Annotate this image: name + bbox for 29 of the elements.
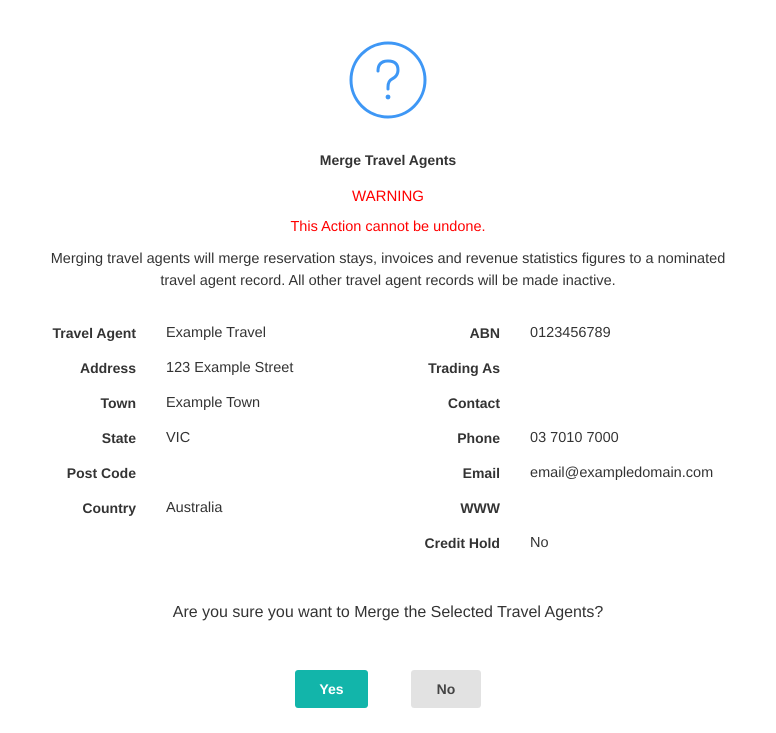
field-value: email@exampledomain.com: [530, 465, 714, 481]
field-value: VIC: [166, 430, 192, 446]
field-label: Country: [81, 500, 136, 516]
field-value: 0123456789: [530, 325, 612, 341]
field-label: Post Code: [66, 465, 136, 481]
field-label: Travel Agent: [51, 325, 136, 341]
field-label: Address: [78, 360, 136, 376]
description-text: Merging travel agents will merge reservation stays, invoices and revenue statistics figures to a nominated travel agent record. All other travel agent records will be made inactive.: [50, 250, 726, 291]
field-value: Example Travel: [166, 325, 267, 341]
dialog-title: Merge Travel Agents: [320, 152, 456, 168]
field-label: WWW: [459, 500, 500, 516]
field-label: Email: [462, 465, 500, 481]
warning-text: This Action cannot be undone.: [290, 219, 486, 235]
field-label: ABN: [468, 325, 500, 341]
question-icon: [349, 41, 427, 119]
field-value: No: [530, 535, 550, 551]
field-value: Australia: [166, 500, 224, 516]
field-value: 03 7010 7000: [530, 430, 620, 446]
field-label: Town: [99, 395, 136, 411]
field-label: Phone: [456, 430, 500, 446]
confirm-question: Are you sure you want to Merge the Selected Travel Agents?: [172, 604, 604, 622]
no-button[interactable]: No: [411, 670, 481, 708]
field-label: State: [100, 430, 136, 446]
field-label: Contact: [446, 395, 500, 411]
field-label: Credit Hold: [424, 535, 500, 551]
warning-heading: WARNING: [352, 188, 424, 205]
field-label: Trading As: [427, 360, 500, 376]
field-value: 123 Example Street: [166, 360, 294, 376]
field-value: Example Town: [166, 395, 262, 411]
